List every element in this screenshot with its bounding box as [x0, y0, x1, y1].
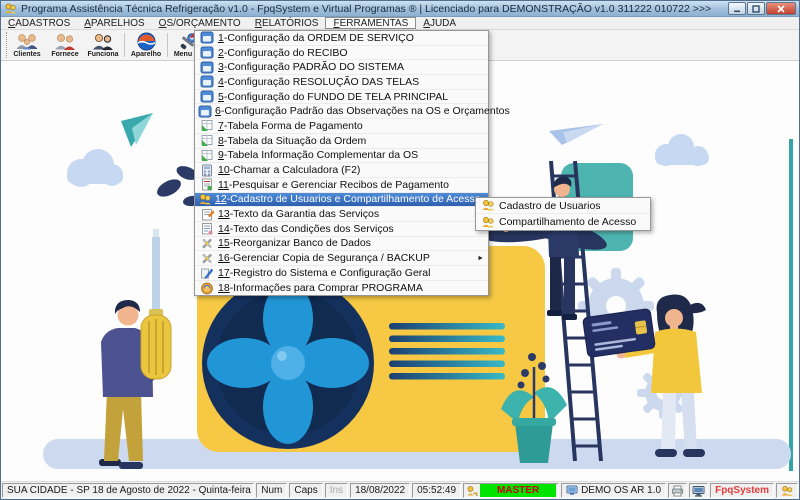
menu-item-config-observacoes[interactable]: 6-Configuração Padrão das Observações na… — [195, 104, 510, 120]
submenu-item-compartilhamento[interactable]: Compartilhamento de Acesso — [476, 214, 650, 230]
minimize-button[interactable] — [728, 2, 746, 15]
title-bar: Programa Assistência Técnica Refrigeraçã… — [1, 1, 799, 17]
clientes-button[interactable]: Clientes — [8, 30, 46, 60]
window-title: Programa Assistência Técnica Refrigeraçã… — [21, 2, 712, 15]
menu-os-orcamento[interactable]: OS/ORÇAMENTO — [152, 17, 248, 29]
pen-icon — [198, 266, 215, 279]
clients-icon — [14, 32, 40, 51]
menu-item-tabela-pagamento[interactable]: 7-Tabela Forma de Pagamento — [195, 119, 488, 134]
status-user: MASTER — [463, 483, 560, 498]
table-icon — [198, 149, 215, 162]
paper-plane-icon — [121, 113, 153, 147]
paper-plane-icon — [549, 124, 603, 145]
printer-icon — [672, 485, 684, 496]
tools-icon — [198, 237, 215, 250]
status-location: SUA CIDADE - SP 18 de Agosto de 2022 - Q… — [2, 483, 255, 498]
status-date: 18/08/2022 — [350, 483, 411, 498]
menu-item-reorganizar-banco[interactable]: 15-Reorganizar Banco de Dados — [195, 237, 488, 252]
menu-item-comprar-programa[interactable]: 18-Informações para Comprar PROGRAMA — [195, 281, 488, 296]
menu-ferramentas[interactable]: FERRAMENTAS — [325, 17, 417, 29]
window-icon — [198, 61, 215, 74]
window-icon — [198, 31, 215, 44]
toolbar-grip[interactable] — [2, 32, 7, 58]
aparelho-button[interactable]: Aparelho — [127, 30, 165, 60]
menu-item-recibos[interactable]: 11-Pesquisar e Gerenciar Recibos de Paga… — [195, 178, 488, 193]
menu-bar: CADASTROS APARELHOS OS/ORÇAMENTO RELATÓR… — [1, 17, 799, 30]
app-window: Programa Assistência Técnica Refrigeraçã… — [0, 0, 800, 500]
page-icon — [198, 222, 215, 235]
menu-item-calculadora[interactable]: 10-Chamar a Calculadora (F2) — [195, 163, 488, 178]
usuarios-submenu: Cadastro de Usuarios Compartilhamento de… — [475, 197, 651, 231]
app-icon — [5, 3, 16, 14]
device-icon — [136, 32, 156, 51]
users-icon — [479, 216, 496, 229]
status-numlock: Num — [256, 483, 288, 498]
menu-item-tabela-situacao[interactable]: 8-Tabela da Situação da Ordem — [195, 134, 488, 149]
status-bar: SUA CIDADE - SP 18 de Agosto de 2022 - Q… — [1, 481, 799, 499]
tools-icon — [198, 252, 215, 265]
screwdriver — [140, 229, 172, 380]
cloud-icon — [655, 134, 709, 166]
close-button[interactable] — [766, 2, 796, 15]
users-icon — [198, 193, 212, 206]
menu-cadastros[interactable]: CADASTROS — [1, 17, 77, 29]
employees-icon — [91, 32, 115, 51]
menu-relatorios[interactable]: RELATÓRIOS — [248, 17, 326, 29]
computer-icon — [566, 485, 578, 495]
window-icon — [198, 105, 212, 118]
menu-item-config-fundo[interactable]: 5-Configuração do FUNDO DE TELA PRINCIPA… — [195, 90, 488, 105]
status-capslock: Caps — [289, 483, 323, 498]
menu-item-config-padrao[interactable]: 3-Configuração PADRÃO DO SISTEMA — [195, 60, 488, 76]
submenu-item-cadastro-usuarios[interactable]: Cadastro de Usuarios — [476, 198, 650, 214]
status-insert: Ins — [324, 483, 349, 498]
table-icon — [198, 119, 215, 132]
menu-item-texto-condicoes[interactable]: 14-Texto das Condições dos Serviços — [195, 222, 488, 237]
suppliers-icon — [53, 32, 77, 51]
menu-item-cadastro-usuarios[interactable]: 12-Cadastro de Usuarios e Compartilhamen… — [195, 192, 488, 208]
status-users[interactable] — [776, 483, 798, 498]
menu-aparelhos[interactable]: APARELHOS — [77, 17, 151, 29]
master-user-badge: MASTER — [480, 484, 557, 497]
status-brand: FpqSystem — [710, 483, 774, 498]
window-icon — [198, 46, 215, 59]
menu-item-registro-sistema[interactable]: 17-Registro do Sistema e Configuração Ge… — [195, 266, 488, 281]
window-icon — [198, 75, 215, 88]
menu-item-tabela-informacao[interactable]: 9-Tabela Informação Complementar da OS — [195, 149, 488, 164]
coin-icon — [198, 282, 215, 295]
status-printer[interactable] — [668, 483, 688, 498]
monitor-icon — [692, 485, 705, 497]
users-icon — [781, 485, 793, 496]
status-time: 05:52:49 — [412, 483, 462, 498]
teal-border-line — [789, 139, 793, 471]
ferramentas-dropdown: 1-Configuração da ORDEM DE SERVIÇO 2-Con… — [194, 30, 510, 297]
menu-item-texto-garantia[interactable]: 13-Texto da Garantia das Serviços — [195, 207, 488, 222]
window-icon — [198, 90, 215, 103]
status-display[interactable] — [689, 483, 709, 498]
cloud-icon — [67, 149, 123, 187]
note-icon — [198, 208, 215, 221]
toolbar-separator — [124, 33, 125, 57]
receipt-icon — [198, 178, 215, 191]
status-product: DEMO OS AR 1.0 — [561, 483, 667, 498]
menu-item-config-os[interactable]: 1-Configuração da ORDEM DE SERVIÇO — [195, 31, 488, 46]
user-key-icon — [467, 485, 478, 496]
fornecedor-button[interactable]: Fornece — [46, 30, 84, 60]
submenu-arrow-icon: ► — [477, 254, 484, 262]
table-icon — [198, 134, 215, 147]
menu-item-backup[interactable]: 16-Gerenciar Copia de Segurança / BACKUP… — [195, 251, 488, 266]
menu-ajuda[interactable]: AJUDA — [416, 17, 463, 29]
menu-item-config-recibo[interactable]: 2-Configuração do RECIBO — [195, 46, 488, 61]
fan-icon — [202, 277, 374, 449]
calculator-icon — [198, 164, 215, 177]
toolbar-separator — [167, 33, 168, 57]
maximize-button[interactable] — [747, 2, 765, 15]
funcionario-button[interactable]: Funciona — [84, 30, 122, 60]
menu-item-config-resolucao[interactable]: 4-Configuração RESOLUÇÃO DAS TELAS — [195, 75, 488, 90]
users-icon — [479, 199, 496, 212]
